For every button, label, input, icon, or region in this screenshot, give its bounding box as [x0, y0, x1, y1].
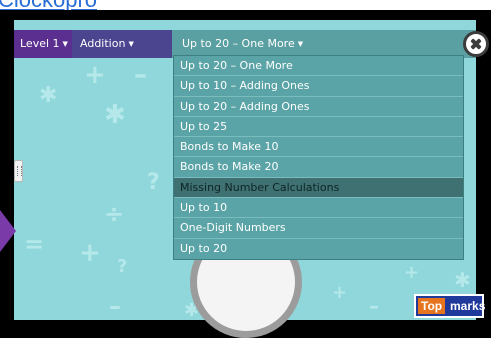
page-link-strip: Clockopro [0, 0, 491, 10]
menu-item[interactable]: Up to 20 [174, 239, 463, 259]
mode-dropdown-menu: Up to 20 – One More Up to 10 – Adding On… [173, 55, 464, 260]
minus-symbol: – [369, 294, 379, 318]
star-symbol: ✱ [454, 268, 471, 292]
previous-arrow[interactable] [0, 210, 16, 252]
menu-item[interactable]: One-Digit Numbers [174, 218, 463, 239]
menu-item[interactable]: Up to 20 – One More [174, 56, 463, 77]
operation-label: Addition [80, 37, 126, 50]
menu-item-highlighted[interactable]: Missing Number Calculations [174, 177, 463, 199]
mode-selector[interactable]: Up to 20 – One More ▼ [172, 30, 476, 58]
level-label: Level 1 [20, 37, 60, 50]
plus-symbol: + [332, 282, 348, 303]
question-symbol: ? [117, 256, 128, 277]
mode-label: Up to 20 – One More [182, 37, 295, 50]
operation-selector[interactable]: Addition ▼ [72, 30, 172, 58]
minus-symbol: – [109, 292, 121, 320]
question-symbol: ? [147, 170, 160, 195]
star-symbol: ✱ [104, 100, 126, 130]
minus-symbol: = [24, 230, 45, 258]
menu-item[interactable]: Up to 20 – Adding Ones [174, 97, 463, 117]
level-selector[interactable]: Level 1 ▼ [14, 30, 72, 58]
chevron-down-icon: ▼ [297, 40, 304, 48]
minus-symbol: – [134, 60, 147, 90]
plus-symbol: + [84, 60, 106, 90]
divide-symbol: ÷ [104, 200, 125, 228]
page-link[interactable]: Clockopro [0, 0, 97, 10]
menu-item[interactable]: Bonds to Make 10 [174, 137, 463, 158]
menu-item[interactable]: Up to 10 [174, 198, 463, 219]
drag-handle-icon[interactable] [14, 160, 23, 182]
chevron-down-icon: ▼ [128, 40, 134, 48]
menu-item[interactable]: Bonds to Make 20 [174, 157, 463, 178]
chevron-down-icon: ▼ [62, 40, 68, 48]
star-symbol: ✱ [39, 83, 58, 108]
plus-symbol: + [79, 238, 101, 268]
close-icon[interactable] [463, 31, 489, 57]
logo-text-marks: marks [450, 299, 486, 313]
topmarks-logo[interactable]: Top marks [414, 294, 486, 318]
plus-symbol: + [404, 262, 420, 283]
toolbar: Level 1 ▼ Addition ▼ Up to 20 – One More ▼ [14, 30, 476, 58]
menu-item[interactable]: Up to 25 [174, 117, 463, 138]
logo-text-top: Top [418, 298, 446, 314]
menu-item[interactable]: Up to 10 – Adding Ones [174, 76, 463, 97]
